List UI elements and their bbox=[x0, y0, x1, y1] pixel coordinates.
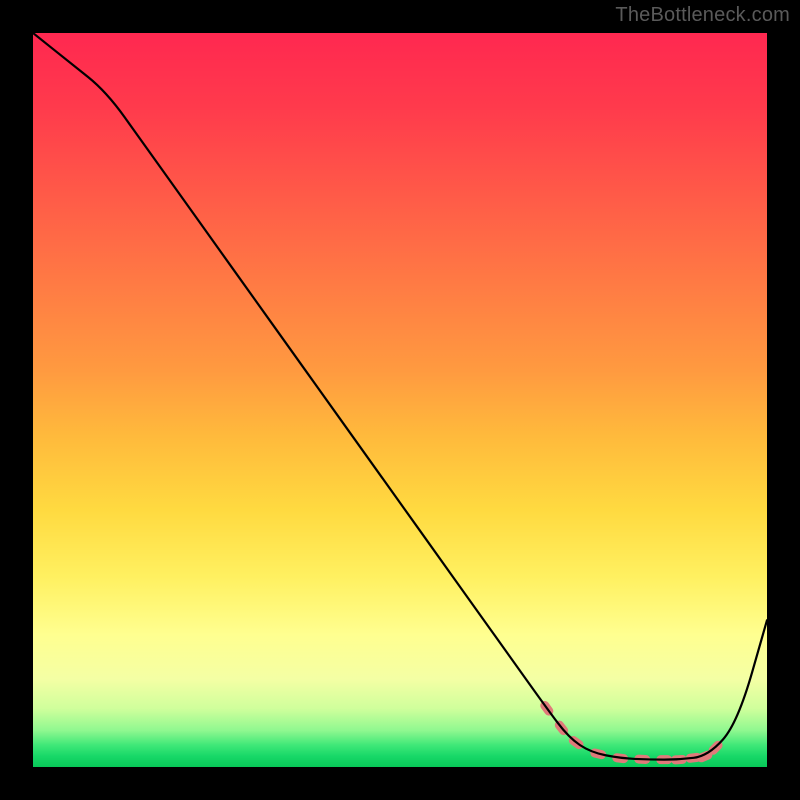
chart-frame bbox=[33, 33, 767, 767]
bottleneck-curve bbox=[33, 33, 767, 760]
attribution-text: TheBottleneck.com bbox=[615, 4, 790, 27]
chart-overlay bbox=[33, 33, 767, 767]
